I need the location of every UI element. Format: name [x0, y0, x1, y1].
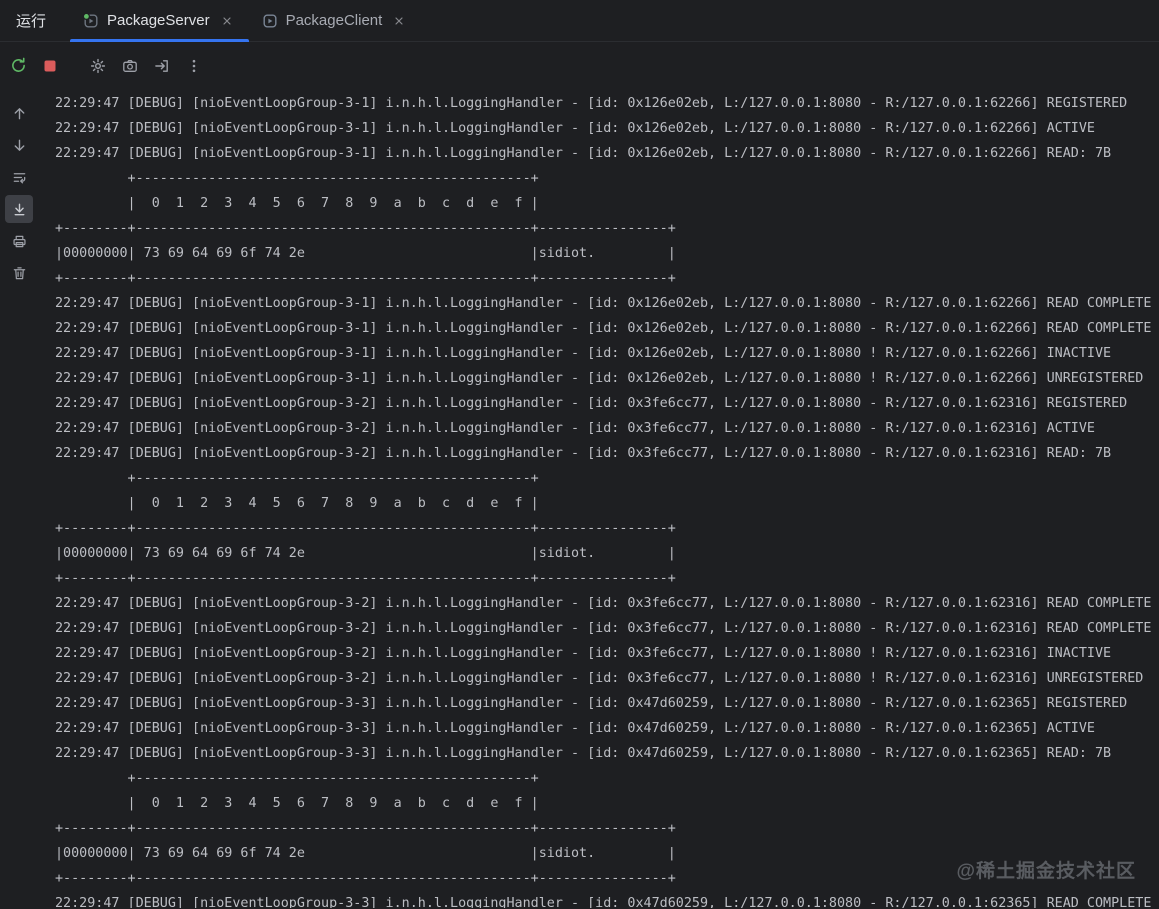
prev-occurrence-button[interactable]	[5, 99, 33, 127]
run-toolbar	[0, 42, 1159, 89]
console-log-line: 22:29:47 [DEBUG] [nioEventLoopGroup-3-2]…	[55, 596, 1152, 611]
console-area: 22:29:47 [DEBUG] [nioEventLoopGroup-3-1]…	[0, 89, 1159, 908]
run-tool-window: 运行 PackageServer PackageClient 22:29:47 …	[0, 0, 1159, 909]
console-log-line: 22:29:47 [DEBUG] [nioEventLoopGroup-3-1]…	[55, 321, 1152, 336]
console-log-line: |00000000| 73 69 64 69 6f 74 2e |sidiot.…	[55, 846, 676, 861]
close-tab-icon[interactable]	[218, 12, 236, 30]
close-tab-icon[interactable]	[390, 12, 408, 30]
export-button[interactable]	[148, 52, 176, 80]
tab-bar: 运行 PackageServer PackageClient	[0, 0, 1159, 42]
console-log-line: | 0 1 2 3 4 5 6 7 8 9 a b c d e f |	[55, 196, 539, 211]
print-icon	[12, 234, 27, 249]
console-log-line: 22:29:47 [DEBUG] [nioEventLoopGroup-3-1]…	[55, 146, 1112, 161]
console-log-line: 22:29:47 [DEBUG] [nioEventLoopGroup-3-1]…	[55, 121, 1095, 136]
run-configuration-running-icon	[83, 12, 99, 29]
print-button[interactable]	[5, 227, 33, 255]
clear-all-button[interactable]	[5, 259, 33, 287]
tab-label: PackageClient	[285, 12, 383, 29]
console-log-line: 22:29:47 [DEBUG] [nioEventLoopGroup-3-2]…	[55, 646, 1112, 661]
scroll-to-end-button[interactable]	[5, 195, 33, 223]
console-log-line: +--------+------------------------------…	[55, 571, 676, 586]
console-log-line: 22:29:47 [DEBUG] [nioEventLoopGroup-3-1]…	[55, 346, 1112, 361]
console-log-line: | 0 1 2 3 4 5 6 7 8 9 a b c d e f |	[55, 496, 539, 511]
scroll-to-end-icon	[12, 202, 27, 217]
export-icon	[154, 58, 170, 74]
arrow-up-icon	[12, 106, 27, 121]
next-occurrence-button[interactable]	[5, 131, 33, 159]
console-log-line: +--------+------------------------------…	[55, 521, 676, 536]
console-log-line: |00000000| 73 69 64 69 6f 74 2e |sidiot.…	[55, 546, 676, 561]
console-log-line: +---------------------------------------…	[55, 171, 539, 186]
arrow-down-icon	[12, 138, 27, 153]
stop-button[interactable]	[36, 52, 64, 80]
camera-icon	[122, 58, 138, 74]
console-log-line: 22:29:47 [DEBUG] [nioEventLoopGroup-3-2]…	[55, 671, 1144, 686]
console-log-line: 22:29:47 [DEBUG] [nioEventLoopGroup-3-2]…	[55, 421, 1095, 436]
console-log-line: 22:29:47 [DEBUG] [nioEventLoopGroup-3-3]…	[55, 746, 1112, 761]
rerun-icon	[10, 57, 27, 74]
soft-wrap-icon	[12, 170, 27, 185]
console-output[interactable]: 22:29:47 [DEBUG] [nioEventLoopGroup-3-1]…	[38, 89, 1159, 908]
soft-wrap-button[interactable]	[5, 163, 33, 191]
console-log-line: 22:29:47 [DEBUG] [nioEventLoopGroup-3-3]…	[55, 896, 1152, 908]
console-log-line: +---------------------------------------…	[55, 471, 539, 486]
console-log-line: +--------+------------------------------…	[55, 221, 676, 236]
console-log-line: 22:29:47 [DEBUG] [nioEventLoopGroup-3-3]…	[55, 696, 1128, 711]
console-log-line: +--------+------------------------------…	[55, 871, 676, 886]
tab-packageclient[interactable]: PackageClient	[249, 0, 422, 41]
tool-window-title: 运行	[16, 13, 47, 30]
console-gutter-toolbar	[0, 89, 38, 908]
console-log-line: 22:29:47 [DEBUG] [nioEventLoopGroup-3-2]…	[55, 396, 1128, 411]
console-log-line: 22:29:47 [DEBUG] [nioEventLoopGroup-3-3]…	[55, 721, 1095, 736]
settings-gear-icon	[90, 58, 106, 74]
run-configuration-icon	[262, 13, 278, 29]
console-log-line: |00000000| 73 69 64 69 6f 74 2e |sidiot.…	[55, 246, 676, 261]
kebab-menu-icon	[186, 58, 202, 74]
console-log-line: 22:29:47 [DEBUG] [nioEventLoopGroup-3-1]…	[55, 371, 1144, 386]
clear-all-trash-icon	[12, 266, 27, 281]
more-options-button[interactable]	[180, 52, 208, 80]
console-log-line: 22:29:47 [DEBUG] [nioEventLoopGroup-3-1]…	[55, 96, 1128, 111]
console-log-line: +---------------------------------------…	[55, 771, 539, 786]
stop-icon	[42, 58, 58, 74]
console-log-line: +--------+------------------------------…	[55, 821, 676, 836]
tab-label: PackageServer	[107, 12, 210, 29]
console-log-line: +--------+------------------------------…	[55, 271, 676, 286]
console-log-line: 22:29:47 [DEBUG] [nioEventLoopGroup-3-1]…	[55, 296, 1152, 311]
console-log-line: 22:29:47 [DEBUG] [nioEventLoopGroup-3-2]…	[55, 446, 1112, 461]
tab-packageserver[interactable]: PackageServer	[70, 0, 249, 42]
console-log-line: 22:29:47 [DEBUG] [nioEventLoopGroup-3-2]…	[55, 621, 1152, 636]
settings-button[interactable]	[84, 52, 112, 80]
rerun-button[interactable]	[4, 52, 32, 80]
console-log-line: | 0 1 2 3 4 5 6 7 8 9 a b c d e f |	[55, 796, 539, 811]
camera-button[interactable]	[116, 52, 144, 80]
